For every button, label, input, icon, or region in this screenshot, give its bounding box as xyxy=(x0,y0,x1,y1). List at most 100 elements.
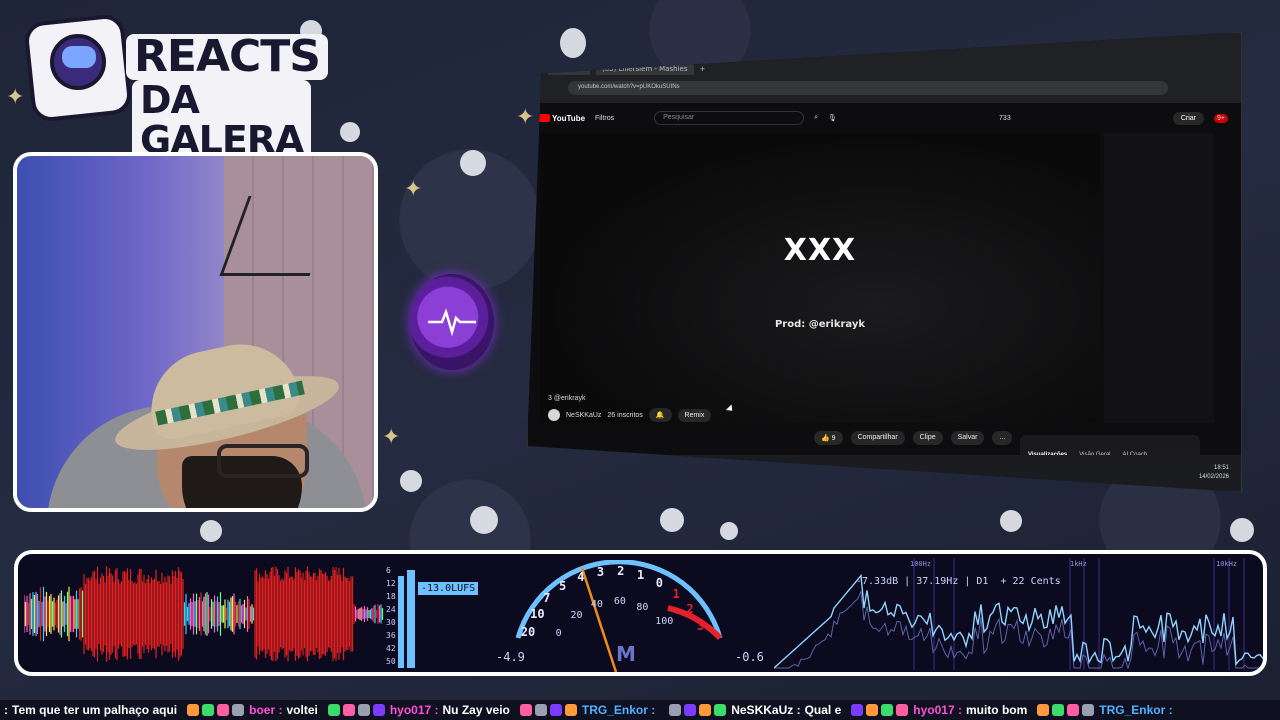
save-button[interactable]: Salvar xyxy=(950,431,985,445)
chat-username: hyo017 : xyxy=(389,703,439,717)
browser-tab-active[interactable]: (85) Lillerslem - Mashies xyxy=(595,63,694,75)
chat-badge-icon xyxy=(232,704,245,716)
chat-text: Nu Zay veio xyxy=(442,703,510,717)
chat-badge-icon xyxy=(327,704,340,716)
notifications-badge[interactable]: 9+ xyxy=(1214,113,1228,123)
chat-username: NeSKKaUz : xyxy=(731,703,801,717)
search-icon[interactable]: ⌕ xyxy=(814,114,818,122)
chat-badge-icon xyxy=(896,704,909,716)
hz-marker: 100Hz xyxy=(910,560,932,568)
astronaut-visor xyxy=(62,46,96,68)
chat-ticker: : Tem que ter um palhaço aqui boer : voltei… xyxy=(0,700,1280,720)
chat-username: TRG_Enkor : xyxy=(581,703,656,717)
hz-marker: 1kHz xyxy=(1070,560,1087,568)
vu-scale-label: 2 xyxy=(617,564,625,579)
new-tab-button[interactable]: + xyxy=(700,65,706,73)
chat-badge-icon xyxy=(549,704,562,716)
address-bar[interactable]: youtube.com/watch?v=pUKOkuSUINs xyxy=(568,81,1168,95)
video-producer-credit: Prod: @erikrayk xyxy=(774,319,866,330)
windows-start-icon[interactable]: ⊞ xyxy=(540,470,545,477)
video-player[interactable]: XXX Prod: @erikrayk xyxy=(540,133,1100,423)
vu-scale-label: 4 xyxy=(577,569,585,584)
meter-scale-label: 12 xyxy=(386,579,396,588)
chat-badge-icon xyxy=(669,704,682,716)
chat-badge-icon xyxy=(342,704,355,716)
more-button[interactable]: ... xyxy=(992,431,1013,445)
channel-row: NeSKKaUz 26 inscritos 🔔 Remix xyxy=(548,408,1208,422)
chat-badge-icon xyxy=(202,704,215,716)
vu-scale-label: 3 xyxy=(696,619,705,634)
vu-scale-label: 5 xyxy=(559,578,567,593)
mic-icon[interactable]: 🎙 xyxy=(828,114,837,122)
channel-name[interactable]: NeSKKaUz xyxy=(566,412,601,419)
channel-logo: REACTS DA GALERA xyxy=(23,13,328,160)
chat-badge-icon xyxy=(714,704,727,716)
taskbar-app-icon[interactable] xyxy=(672,468,682,478)
bg-dot xyxy=(340,122,360,142)
chat-badge-icon xyxy=(866,704,879,716)
vu-scale-label: 1 xyxy=(637,567,645,582)
youtube-search-input[interactable]: Pesquisar xyxy=(654,111,805,125)
meter-scale: 6 12 18 24 30 36 42 50 xyxy=(382,562,408,666)
vu-mode-label: M xyxy=(616,642,636,666)
youtube-play-icon xyxy=(538,114,550,123)
meter-scale-label: 24 xyxy=(386,605,396,614)
share-button[interactable]: Compartilhar xyxy=(850,431,905,445)
views-counter: 733 xyxy=(999,114,1011,122)
bg-dot xyxy=(560,28,586,58)
webcam-feed xyxy=(13,152,378,512)
vu-scale-label: 0 xyxy=(655,575,663,590)
taskbar-app-icon[interactable] xyxy=(689,468,699,478)
chat-username: hyo017 : xyxy=(913,703,962,717)
audio-visualizer-panel: 6 12 18 24 30 36 42 50 -13.0LUFS -4.9 -0.6 M -7… xyxy=(14,550,1267,676)
clip-button[interactable]: Clipe xyxy=(912,431,943,445)
vu-scale-label: 2 xyxy=(686,601,694,616)
chat-badge-icon xyxy=(534,704,547,716)
hz-marker: 10kHz xyxy=(1216,560,1238,568)
vu-scale-label: 40 xyxy=(590,599,603,611)
chat-separator: : xyxy=(4,703,8,717)
logo-title-line1: REACTS xyxy=(126,34,328,80)
bg-dot xyxy=(660,508,684,532)
meter-scale-label: 42 xyxy=(386,644,396,653)
spectrum-analyzer xyxy=(774,558,1263,670)
vu-right-readout: -0.6 xyxy=(735,650,764,664)
spectrum-readout: -7.33dB | 37.19Hz | D1 + 22 Cents xyxy=(856,576,1061,587)
youtube-header: YouTube Filtros Pesquisar ⌕ 🎙 733 Criar … xyxy=(538,107,1228,129)
like-button[interactable]: 👍 9 xyxy=(814,431,843,445)
chat-badge-icon xyxy=(1052,704,1065,716)
bg-dot xyxy=(460,150,486,176)
chat-badge-icon xyxy=(699,704,712,716)
vu-scale-label: 20 xyxy=(570,610,583,622)
sparkle-icon: ✦ xyxy=(516,104,535,129)
bell-icon[interactable]: 🔔 xyxy=(648,408,672,422)
spectrum-curve-avg xyxy=(774,591,1263,670)
youtube-logo[interactable]: YouTube xyxy=(538,114,585,123)
browser-tabbar: Sua lista (85) Lillerslem - Mashies + xyxy=(548,61,1208,77)
remix-button[interactable]: Remix xyxy=(677,408,712,422)
create-button[interactable]: Criar xyxy=(1172,111,1205,125)
taskbar-clock[interactable]: 18:51 14/02/2026 xyxy=(1199,464,1229,482)
taskbar-app-icon[interactable] xyxy=(655,468,665,478)
meter-scale-label: 30 xyxy=(386,618,396,627)
browser-tab[interactable]: Sua lista xyxy=(548,63,590,75)
video-meta: 3 @erikrayk NeSKKaUz 26 inscritos 🔔 Remi… xyxy=(548,395,1208,422)
taskbar-app-icon[interactable] xyxy=(638,468,648,478)
bg-dot xyxy=(1000,510,1022,532)
chat-message: TRG_Enkor : xyxy=(519,703,659,717)
channel-avatar[interactable] xyxy=(548,409,560,421)
bg-dot xyxy=(400,470,422,492)
sparkle-icon: ✦ xyxy=(6,84,25,109)
meter-scale-label: 36 xyxy=(386,631,396,640)
chat-badge-icon xyxy=(187,704,200,716)
chat-badge-icon xyxy=(519,704,532,716)
level-meter-left xyxy=(398,576,404,668)
taskbar-search[interactable]: Pesquisar xyxy=(553,467,614,479)
filters-button[interactable]: Filtros xyxy=(595,115,614,122)
webcam-person-glasses xyxy=(217,444,309,478)
chat-badge-icon xyxy=(851,704,864,716)
chat-badge-icon xyxy=(881,704,894,716)
vu-scale-label: 0 xyxy=(555,628,562,640)
taskbar-app-icon[interactable] xyxy=(621,468,631,478)
chat-message: boer : voltei xyxy=(187,703,318,717)
